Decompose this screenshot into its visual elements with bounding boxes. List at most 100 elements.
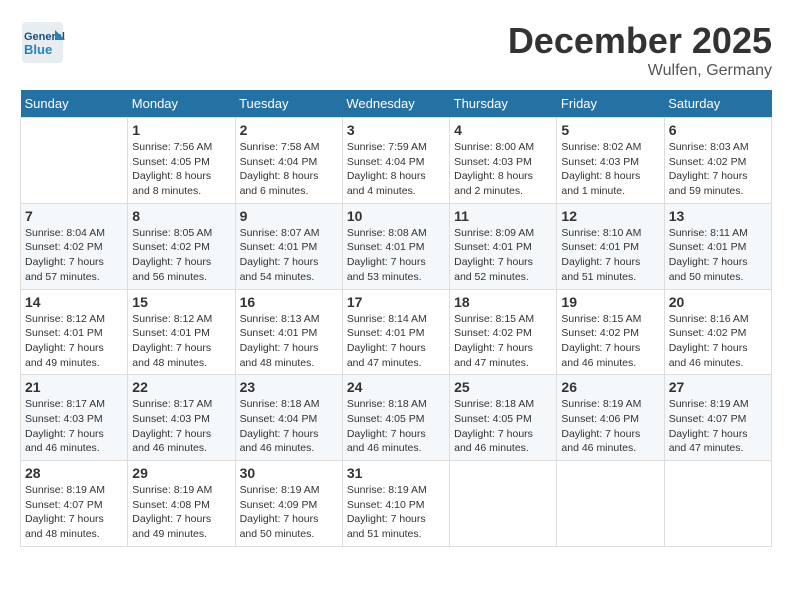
day-info: Sunrise: 8:19 AMSunset: 4:07 PMDaylight:… bbox=[25, 483, 123, 542]
calendar-cell: 15 Sunrise: 8:12 AMSunset: 4:01 PMDayligh… bbox=[128, 289, 235, 375]
calendar-week-row: 7 Sunrise: 8:04 AMSunset: 4:02 PMDaylight… bbox=[21, 203, 772, 289]
calendar-cell: 9 Sunrise: 8:07 AMSunset: 4:01 PMDaylight… bbox=[235, 203, 342, 289]
day-info: Sunrise: 8:15 AMSunset: 4:02 PMDaylight:… bbox=[454, 312, 552, 371]
day-number: 7 bbox=[25, 208, 123, 224]
day-info: Sunrise: 8:19 AMSunset: 4:06 PMDaylight:… bbox=[561, 397, 659, 456]
day-info: Sunrise: 8:19 AMSunset: 4:10 PMDaylight:… bbox=[347, 483, 445, 542]
day-info: Sunrise: 8:15 AMSunset: 4:02 PMDaylight:… bbox=[561, 312, 659, 371]
logo-icon: General Blue bbox=[20, 20, 60, 60]
day-info: Sunrise: 8:19 AMSunset: 4:09 PMDaylight:… bbox=[240, 483, 338, 542]
day-number: 13 bbox=[669, 208, 767, 224]
day-info: Sunrise: 8:17 AMSunset: 4:03 PMDaylight:… bbox=[132, 397, 230, 456]
calendar-cell: 27 Sunrise: 8:19 AMSunset: 4:07 PMDayligh… bbox=[664, 375, 771, 461]
calendar-cell: 25Sunrise: 8:18 AMSunset: 4:05 PMDayligh… bbox=[450, 375, 557, 461]
weekday-header-thursday: Thursday bbox=[450, 90, 557, 118]
day-info: Sunrise: 8:09 AMSunset: 4:01 PMDaylight:… bbox=[454, 226, 552, 285]
calendar-cell: 6 Sunrise: 8:03 AMSunset: 4:02 PMDaylight… bbox=[664, 118, 771, 204]
day-number: 24 bbox=[347, 379, 445, 395]
day-number: 11 bbox=[454, 208, 552, 224]
day-info: Sunrise: 8:10 AMSunset: 4:01 PMDaylight:… bbox=[561, 226, 659, 285]
day-number: 2 bbox=[240, 122, 338, 138]
day-number: 6 bbox=[669, 122, 767, 138]
day-info: Sunrise: 8:19 AMSunset: 4:08 PMDaylight:… bbox=[132, 483, 230, 542]
calendar-cell: 19 Sunrise: 8:15 AMSunset: 4:02 PMDayligh… bbox=[557, 289, 664, 375]
day-info: Sunrise: 8:00 AMSunset: 4:03 PMDaylight:… bbox=[454, 140, 552, 199]
day-info: Sunrise: 8:12 AMSunset: 4:01 PMDaylight:… bbox=[25, 312, 123, 371]
calendar-cell: 4 Sunrise: 8:00 AMSunset: 4:03 PMDaylight… bbox=[450, 118, 557, 204]
day-number: 12 bbox=[561, 208, 659, 224]
day-info: Sunrise: 8:05 AMSunset: 4:02 PMDaylight:… bbox=[132, 226, 230, 285]
calendar-table: SundayMondayTuesdayWednesdayThursdayFrid… bbox=[20, 90, 772, 547]
calendar-cell: 2 Sunrise: 7:58 AMSunset: 4:04 PMDaylight… bbox=[235, 118, 342, 204]
weekday-header-monday: Monday bbox=[128, 90, 235, 118]
day-info: Sunrise: 8:02 AMSunset: 4:03 PMDaylight:… bbox=[561, 140, 659, 199]
day-info: Sunrise: 7:56 AMSunset: 4:05 PMDaylight:… bbox=[132, 140, 230, 199]
logo: General Blue bbox=[20, 20, 65, 60]
weekday-header-sunday: Sunday bbox=[21, 90, 128, 118]
day-number: 3 bbox=[347, 122, 445, 138]
day-info: Sunrise: 8:17 AMSunset: 4:03 PMDaylight:… bbox=[25, 397, 123, 456]
calendar-cell: 21Sunrise: 8:17 AMSunset: 4:03 PMDayligh… bbox=[21, 375, 128, 461]
day-info: Sunrise: 8:03 AMSunset: 4:02 PMDaylight:… bbox=[669, 140, 767, 199]
calendar-cell: 16Sunrise: 8:13 AMSunset: 4:01 PMDayligh… bbox=[235, 289, 342, 375]
calendar-cell: 31 Sunrise: 8:19 AMSunset: 4:10 PMDayligh… bbox=[342, 461, 449, 547]
day-info: Sunrise: 7:58 AMSunset: 4:04 PMDaylight:… bbox=[240, 140, 338, 199]
calendar-cell: 12 Sunrise: 8:10 AMSunset: 4:01 PMDayligh… bbox=[557, 203, 664, 289]
day-info: Sunrise: 8:18 AMSunset: 4:05 PMDaylight:… bbox=[347, 397, 445, 456]
calendar-week-row: 21Sunrise: 8:17 AMSunset: 4:03 PMDayligh… bbox=[21, 375, 772, 461]
calendar-cell: 18 Sunrise: 8:15 AMSunset: 4:02 PMDayligh… bbox=[450, 289, 557, 375]
calendar-cell: 7 Sunrise: 8:04 AMSunset: 4:02 PMDaylight… bbox=[21, 203, 128, 289]
calendar-cell bbox=[450, 461, 557, 547]
page-header: General Blue December 2025 Wulfen, Germa… bbox=[20, 20, 772, 80]
weekday-header-wednesday: Wednesday bbox=[342, 90, 449, 118]
calendar-week-row: 28 Sunrise: 8:19 AMSunset: 4:07 PMDayligh… bbox=[21, 461, 772, 547]
day-number: 1 bbox=[132, 122, 230, 138]
day-number: 18 bbox=[454, 294, 552, 310]
day-number: 27 bbox=[669, 379, 767, 395]
day-number: 29 bbox=[132, 465, 230, 481]
day-number: 5 bbox=[561, 122, 659, 138]
day-info: Sunrise: 8:13 AMSunset: 4:01 PMDaylight:… bbox=[240, 312, 338, 371]
day-number: 9 bbox=[240, 208, 338, 224]
calendar-cell: 29 Sunrise: 8:19 AMSunset: 4:08 PMDayligh… bbox=[128, 461, 235, 547]
day-info: Sunrise: 8:12 AMSunset: 4:01 PMDaylight:… bbox=[132, 312, 230, 371]
weekday-header-tuesday: Tuesday bbox=[235, 90, 342, 118]
calendar-cell bbox=[664, 461, 771, 547]
day-number: 28 bbox=[25, 465, 123, 481]
weekday-header-friday: Friday bbox=[557, 90, 664, 118]
calendar-cell: 20 Sunrise: 8:16 AMSunset: 4:02 PMDayligh… bbox=[664, 289, 771, 375]
day-number: 4 bbox=[454, 122, 552, 138]
day-number: 10 bbox=[347, 208, 445, 224]
day-number: 23 bbox=[240, 379, 338, 395]
day-info: Sunrise: 8:18 AMSunset: 4:04 PMDaylight:… bbox=[240, 397, 338, 456]
calendar-cell: 1 Sunrise: 7:56 AMSunset: 4:05 PMDaylight… bbox=[128, 118, 235, 204]
calendar-cell bbox=[21, 118, 128, 204]
calendar-cell: 28 Sunrise: 8:19 AMSunset: 4:07 PMDayligh… bbox=[21, 461, 128, 547]
day-info: Sunrise: 8:11 AMSunset: 4:01 PMDaylight:… bbox=[669, 226, 767, 285]
day-number: 8 bbox=[132, 208, 230, 224]
day-number: 20 bbox=[669, 294, 767, 310]
day-info: Sunrise: 8:14 AMSunset: 4:01 PMDaylight:… bbox=[347, 312, 445, 371]
day-info: Sunrise: 8:16 AMSunset: 4:02 PMDaylight:… bbox=[669, 312, 767, 371]
month-title: December 2025 bbox=[508, 20, 772, 62]
day-number: 17 bbox=[347, 294, 445, 310]
day-number: 15 bbox=[132, 294, 230, 310]
calendar-cell: 17 Sunrise: 8:14 AMSunset: 4:01 PMDayligh… bbox=[342, 289, 449, 375]
calendar-cell: 11 Sunrise: 8:09 AMSunset: 4:01 PMDayligh… bbox=[450, 203, 557, 289]
day-number: 26 bbox=[561, 379, 659, 395]
day-info: Sunrise: 8:18 AMSunset: 4:05 PMDaylight:… bbox=[454, 397, 552, 456]
day-number: 30 bbox=[240, 465, 338, 481]
day-info: Sunrise: 8:07 AMSunset: 4:01 PMDaylight:… bbox=[240, 226, 338, 285]
title-area: December 2025 Wulfen, Germany bbox=[508, 20, 772, 80]
day-number: 19 bbox=[561, 294, 659, 310]
day-info: Sunrise: 8:19 AMSunset: 4:07 PMDaylight:… bbox=[669, 397, 767, 456]
calendar-cell: 3Sunrise: 7:59 AMSunset: 4:04 PMDaylight… bbox=[342, 118, 449, 204]
calendar-cell: 22Sunrise: 8:17 AMSunset: 4:03 PMDayligh… bbox=[128, 375, 235, 461]
day-info: Sunrise: 8:04 AMSunset: 4:02 PMDaylight:… bbox=[25, 226, 123, 285]
day-number: 31 bbox=[347, 465, 445, 481]
calendar-cell: 30 Sunrise: 8:19 AMSunset: 4:09 PMDayligh… bbox=[235, 461, 342, 547]
calendar-week-row: 14 Sunrise: 8:12 AMSunset: 4:01 PMDayligh… bbox=[21, 289, 772, 375]
calendar-cell bbox=[557, 461, 664, 547]
calendar-cell: 13 Sunrise: 8:11 AMSunset: 4:01 PMDayligh… bbox=[664, 203, 771, 289]
day-number: 14 bbox=[25, 294, 123, 310]
